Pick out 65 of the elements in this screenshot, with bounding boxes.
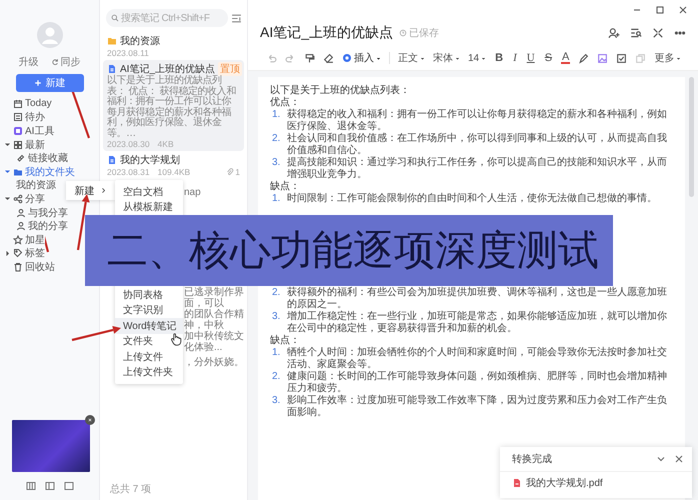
sidebar-item[interactable]: 分享 — [2, 192, 47, 206]
sync-link[interactable]: 同步 — [50, 55, 80, 69]
bold-button[interactable]: B — [494, 52, 504, 64]
menu-item[interactable]: 文件夹 — [115, 334, 183, 349]
note-title: AI笔记_上班的优缺点 — [260, 24, 394, 42]
sidebar-item[interactable]: Today — [2, 97, 54, 111]
caption-banner: 二、核心功能逐项深度测试 — [85, 215, 613, 286]
pinned-label: 置顶 — [218, 62, 242, 76]
list-item-text: 增加工作稳定性：在一些行业，加班可能是常态，如果你能够适应加班，就可以增加你在公司中的稳定性，更容易获得晋升和加薪的机会。 — [287, 311, 668, 334]
list-item-text: 获得额外的福利：有些公司会为加班提供加班费、调休等福利，这也是一些人愿意加班的原因之一。 — [287, 287, 668, 310]
list-item-text: 获得稳定的收入和福利：拥有一份工作可以让你每月获得稳定的薪水和各种福利，例如医疗保险、退休金等。 — [287, 109, 668, 132]
strikethrough-button[interactable]: S — [544, 52, 554, 64]
font-size-dropdown[interactable]: 14 — [468, 52, 486, 64]
list-item-text: 牺牲个人时间：加班会牺牲你的个人时间和家庭时间，可能会导致你无法按时参加社交活动、家庭聚会等。 — [287, 347, 668, 370]
menu-item[interactable]: 空白文档 — [115, 184, 183, 200]
new-button[interactable]: 新建 — [16, 74, 84, 92]
list-number: 1. — [272, 109, 282, 122]
item-count: 总共 7 项 — [109, 482, 152, 497]
doc-heading: 优点： — [270, 97, 301, 108]
save-status: 已保存 — [399, 26, 440, 40]
list-number: 2. — [272, 133, 282, 146]
list-number: 3. — [272, 157, 282, 170]
note-item[interactable]: 我的大学规划 2023.08.31 109.4KB 1 — [103, 151, 244, 179]
list-number: 3. — [272, 311, 282, 324]
note-item[interactable]: AI笔记_上班的优缺点 置顶 以下是关于上班的优缺点列表： 优点： 获得稳定的收入和福利：拥有一份工作可以让你每月获得稳定的薪水和各种福利，例如医疗保险、退休金等。… 2023.08.30 4KB — [103, 60, 244, 151]
more-dropdown[interactable]: 更多 — [654, 51, 682, 65]
font-color-button[interactable]: A — [561, 52, 570, 64]
underline-button[interactable]: U — [526, 52, 536, 64]
note-item[interactable]: nap — [184, 187, 201, 198]
sidebar-item[interactable]: 加星 — [2, 232, 47, 247]
note-item[interactable]: 已逃录制作界面，可以 的团队合作精神，中秋 加中秋传统文化体验... — [184, 287, 244, 353]
list-item-text: 社会认同和自我价值感：在工作场所中，你可以得到同事和上级的认可，从而提高自我价值感和自信心。 — [287, 133, 668, 156]
list-item-text: 时间限制：工作可能会限制你的自由时间和个人生活，使你无法做自己想做的事情。 — [287, 193, 657, 205]
sidebar-item[interactable]: 标签 — [2, 246, 47, 260]
list-item-text: 健康问题：长时间的工作可能导致身体问题，例如颈椎病、肥胖等，同时也会增加精神压力和疲劳。 — [287, 371, 668, 394]
folder-item[interactable]: 我的资源 2023.08.11 — [103, 32, 244, 60]
menu-item[interactable]: 文字识别 — [115, 302, 183, 318]
sidebar-item[interactable]: 我的资源 — [14, 178, 58, 192]
list-number: 1. — [272, 193, 282, 205]
search-field[interactable]: 搜索笔记 Ctrl+Shift+F — [106, 9, 228, 27]
sidebar-item[interactable]: 待办 — [2, 110, 47, 124]
list-item-text: 影响工作效率：过度加班可能导致工作效率下降，因为过度劳累和压力会对工作产生负面影响。 — [287, 395, 668, 419]
list-number: 3. — [272, 395, 282, 408]
menu-item[interactable]: Word转笔记 — [115, 318, 183, 334]
upgrade-link[interactable]: 升级 — [18, 55, 38, 69]
italic-button[interactable]: I — [512, 52, 518, 64]
new-menu-item[interactable]: 新建 — [66, 181, 115, 200]
list-number: 1. — [272, 347, 282, 360]
doc-heading: 缺点： — [270, 335, 301, 347]
notification-title: 转换完成 — [512, 452, 552, 466]
list-number: 2. — [272, 287, 282, 300]
file-link[interactable]: 我的大学规划.pdf — [500, 472, 692, 494]
sidebar-item[interactable]: 最新 — [2, 138, 47, 152]
menu-item[interactable]: 协同表格 — [115, 287, 183, 302]
font-dropdown[interactable]: 宋体 — [433, 51, 460, 65]
menu-item[interactable]: 从模板新建 — [115, 200, 183, 215]
doc-heading: 缺点： — [270, 181, 301, 192]
doc-paragraph: 以下是关于上班的优缺点列表： — [270, 85, 411, 96]
paragraph-style-dropdown[interactable]: 正文 — [398, 51, 425, 65]
list-number: 2. — [272, 371, 282, 384]
note-item[interactable]: ，分外妖娆。 — [184, 357, 244, 368]
list-item-text: 提高技能和知识：通过学习和执行工作任务，你可以提高自己的技能和知识水平，从而增强职业竞争力。 — [287, 157, 668, 180]
menu-item[interactable]: 上传文件 — [115, 349, 183, 364]
insert-dropdown[interactable]: 插入 — [342, 51, 381, 65]
menu-item[interactable]: 上传文件夹 — [115, 364, 183, 380]
